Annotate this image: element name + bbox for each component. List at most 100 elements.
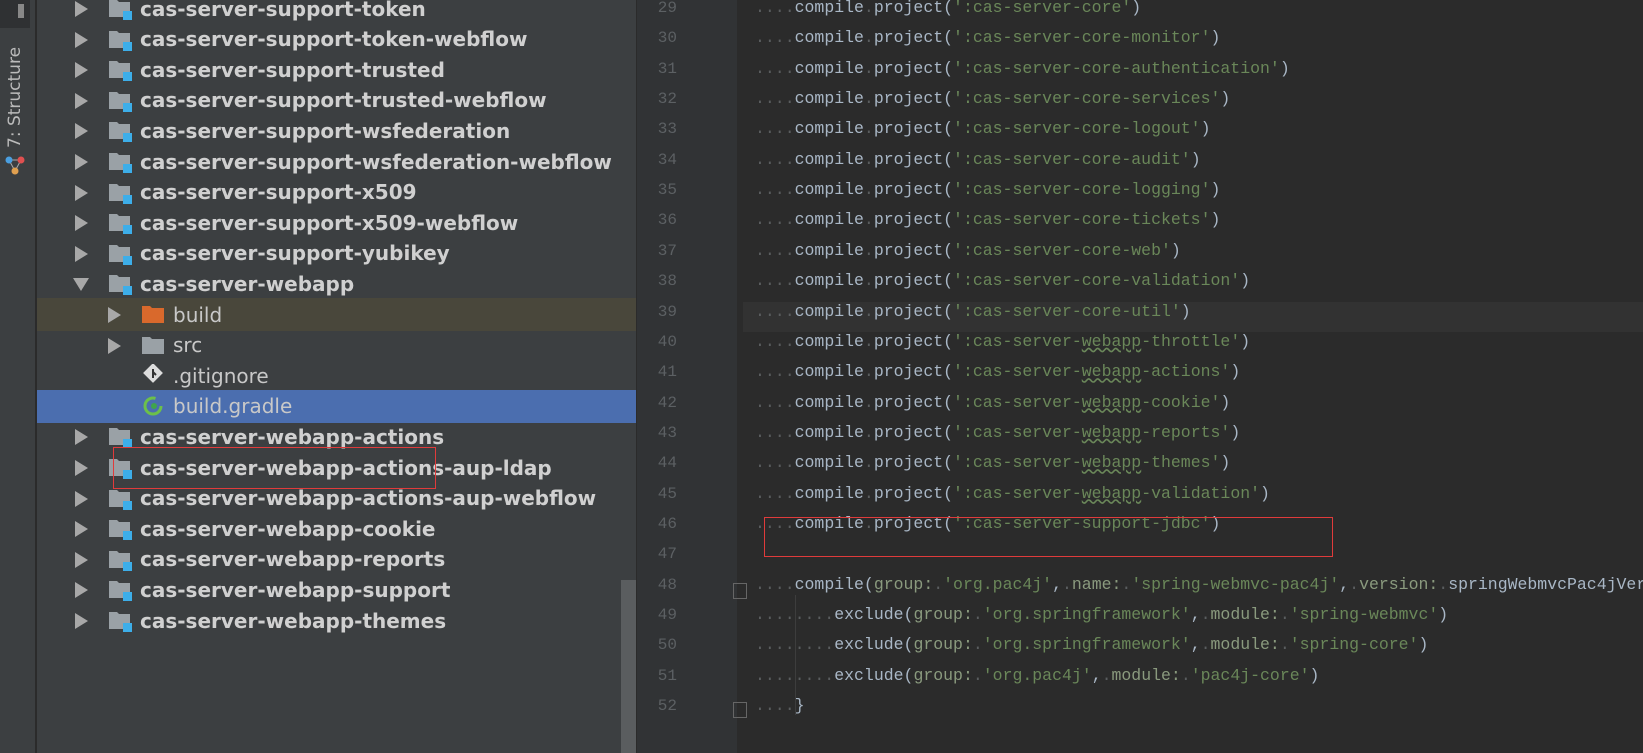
code-token: ) [1220, 392, 1231, 412]
expand-arrow-icon[interactable] [75, 154, 88, 170]
expand-arrow-icon[interactable] [108, 307, 121, 323]
code-token: ':cas-server-core-tickets' [953, 210, 1211, 230]
module-folder-icon [108, 487, 134, 510]
expand-arrow-icon[interactable] [75, 1, 88, 17]
expand-arrow-icon[interactable] [75, 215, 88, 232]
code-token: 'spring-core' [1289, 635, 1419, 655]
code-token: . [972, 665, 983, 685]
code-token: ( [943, 301, 954, 321]
code-token: ) [1210, 180, 1221, 200]
code-token: } [794, 696, 805, 716]
code-token: 'spring-webmvc' [1289, 605, 1439, 624]
code-token: compile [794, 28, 864, 48]
tree-item-label: cas-server-support-trusted-webflow [140, 88, 547, 113]
expand-arrow-icon[interactable] [108, 337, 121, 354]
fold-marker-icon[interactable] [733, 583, 747, 599]
tree-item[interactable]: .gitignore [37, 359, 636, 392]
tool-window-button[interactable] [0, 0, 30, 28]
tree-item[interactable]: cas-server-webapp-themes [37, 604, 636, 637]
tree-item[interactable]: build [37, 298, 636, 331]
module-folder-icon [108, 272, 134, 296]
code-line: ....compile.project(':cas-server-core-ut… [755, 302, 1191, 321]
code-token: ) [1220, 89, 1231, 109]
tree-item-label: cas-server-support-token [140, 0, 426, 21]
code-token: ( [943, 58, 954, 78]
code-token: ) [1230, 422, 1241, 442]
code-token: . [863, 331, 874, 351]
tree-item[interactable]: cas-server-webapp-reports [37, 543, 636, 576]
code-token: ) [1260, 483, 1270, 503]
tree-item[interactable]: build.gradle [37, 389, 636, 423]
tree-item[interactable]: cas-server-support-yubikey [37, 237, 636, 270]
tree-item[interactable]: src [37, 329, 636, 362]
tree-item-label: build [173, 302, 223, 327]
expand-arrow-icon[interactable] [75, 551, 88, 568]
code-token: ':cas-server- [953, 392, 1082, 412]
tree-item[interactable]: cas-server-webapp-cookie [37, 512, 636, 545]
expand-arrow-icon[interactable] [75, 429, 88, 446]
code-token: . [863, 0, 874, 17]
code-token: project [873, 392, 944, 412]
module-folder-icon [108, 0, 134, 20]
expand-arrow-icon[interactable] [75, 62, 88, 79]
code-token: 'pac4j-core' [1190, 665, 1310, 685]
code-token: . [1438, 574, 1449, 594]
code-token: webapp [1081, 362, 1142, 382]
annotation-box-build-gradle [113, 447, 436, 489]
expand-arrow-icon[interactable] [75, 31, 88, 48]
code-token: . [863, 28, 874, 48]
code-token: ( [943, 271, 954, 291]
code-token: ':cas-server-core' [953, 0, 1132, 17]
tree-scrollbar[interactable] [621, 580, 636, 753]
code-token: group: [913, 605, 973, 624]
tree-item[interactable]: cas-server-support-x509-webflow [37, 206, 636, 239]
line-number: 48 [657, 575, 677, 594]
code-token: . [863, 149, 874, 169]
expand-arrow-icon[interactable] [75, 521, 88, 538]
code-line: ....compile.project(':cas-server-core-ti… [755, 210, 1220, 229]
code-token: . [863, 240, 874, 260]
expand-arrow-icon[interactable] [75, 92, 88, 109]
tree-item[interactable]: cas-server-support-trusted [37, 53, 636, 86]
expand-arrow-icon[interactable] [75, 123, 88, 140]
tree-item[interactable]: cas-server-support-token-webflow [37, 23, 636, 56]
line-number: 38 [657, 272, 677, 291]
tree-item[interactable]: cas-server-webapp-support [37, 573, 636, 606]
tree-item[interactable]: cas-server-webapp [37, 267, 636, 300]
expand-arrow-icon[interactable] [75, 184, 88, 201]
code-token: compile [794, 180, 864, 200]
code-token: ( [943, 362, 954, 382]
tree-item-label: cas-server-support-x509-webflow [140, 210, 519, 235]
code-token: ( [943, 240, 954, 260]
tree-item[interactable]: cas-server-support-wsfederation-webflow [37, 145, 636, 178]
expand-arrow-icon[interactable] [75, 490, 88, 507]
code-token: ( [943, 453, 954, 473]
line-number: 35 [657, 181, 677, 200]
expand-arrow-icon[interactable] [75, 582, 88, 599]
code-token: ( [863, 574, 874, 594]
code-token: .... [755, 58, 795, 78]
tree-item[interactable]: cas-server-support-token [37, 0, 636, 25]
code-token: ( [943, 89, 954, 109]
code-token: .... [755, 301, 795, 321]
tree-item-label: cas-server-webapp-themes [140, 608, 447, 633]
line-number: 29 [657, 0, 677, 17]
code-token: ':cas-server-core-services' [953, 89, 1221, 109]
fold-marker-icon[interactable] [733, 702, 747, 718]
structure-icon [5, 156, 25, 175]
line-number: 33 [657, 120, 677, 139]
structure-tool-button[interactable]: 7: Structure [4, 47, 26, 176]
code-token: ( [943, 422, 954, 442]
code-token: module: [1210, 605, 1280, 624]
tree-item[interactable]: cas-server-support-trusted-webflow [37, 84, 636, 117]
code-line: ........exclude(group:.'org.pac4j',.modu… [755, 666, 1319, 685]
expand-arrow-icon[interactable] [75, 245, 88, 262]
tree-item[interactable]: cas-server-support-x509 [37, 176, 636, 209]
code-token: compile [794, 271, 864, 291]
module-folder-icon [108, 517, 134, 541]
code-token: . [863, 271, 874, 291]
expand-arrow-icon[interactable] [75, 613, 88, 629]
tree-item[interactable]: cas-server-support-wsfederation [37, 114, 636, 147]
expand-arrow-icon[interactable] [75, 460, 88, 476]
collapse-arrow-icon[interactable] [73, 278, 89, 292]
